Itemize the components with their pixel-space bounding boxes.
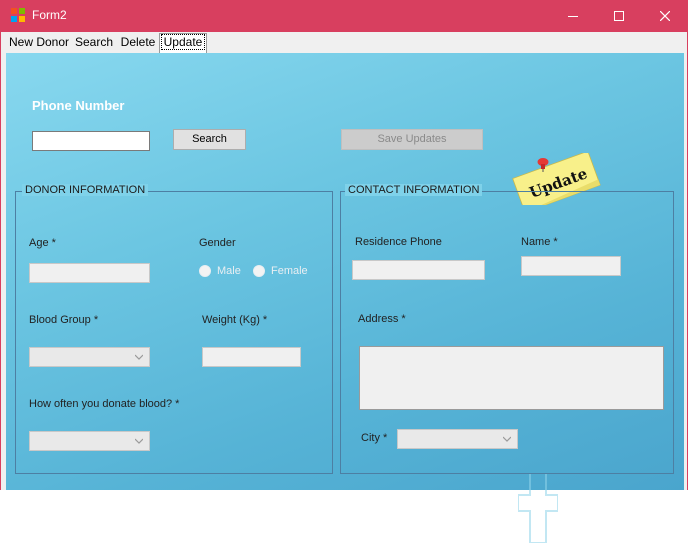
tab-new-donor[interactable]: New Donor (7, 34, 71, 52)
maximize-icon (614, 11, 624, 21)
minimize-button[interactable] (550, 0, 596, 32)
residence-phone-label: Residence Phone (355, 236, 442, 248)
donor-information-group: DONOR INFORMATION Age * Gender Male Fema… (15, 184, 333, 474)
city-label: City * (361, 432, 388, 444)
address-label: Address * (358, 313, 406, 325)
gender-label: Gender (199, 237, 236, 249)
chevron-down-icon (135, 438, 143, 444)
contact-information-title: CONTACT INFORMATION (345, 184, 483, 196)
blood-group-label: Blood Group * (29, 314, 99, 326)
tab-delete[interactable]: Delete (118, 34, 158, 52)
close-icon (660, 11, 670, 21)
name-label: Name * (521, 236, 558, 248)
tab-update[interactable]: Update (159, 33, 207, 53)
tab-label: Delete (120, 35, 156, 49)
minimize-icon (568, 16, 578, 17)
address-textarea[interactable] (359, 346, 664, 410)
tab-label: Search (74, 35, 114, 49)
title-bar: Form2 (0, 0, 688, 32)
blood-group-select[interactable] (29, 347, 150, 367)
age-input[interactable] (29, 263, 150, 283)
chevron-down-icon (503, 436, 511, 442)
name-input[interactable] (521, 256, 621, 276)
female-radio-label: Female (271, 265, 308, 277)
phone-number-label: Phone Number (32, 98, 125, 113)
update-panel: Phone Number Search Save Updates Update … (6, 53, 684, 543)
medical-cross-watermark (518, 473, 558, 543)
app-icon (11, 8, 25, 22)
donor-information-title: DONOR INFORMATION (22, 184, 149, 196)
residence-phone-input[interactable] (352, 260, 485, 280)
male-radio[interactable] (199, 265, 211, 277)
contact-information-group: CONTACT INFORMATION Residence Phone Name… (340, 184, 674, 474)
weight-input[interactable] (202, 347, 301, 367)
donation-frequency-label: How often you donate blood? * (29, 398, 180, 410)
search-button[interactable]: Search (173, 129, 246, 150)
age-label: Age * (29, 237, 56, 249)
close-button[interactable] (642, 0, 688, 32)
save-updates-button[interactable]: Save Updates (341, 129, 483, 150)
male-radio-label: Male (217, 265, 241, 277)
weight-label: Weight (Kg) * (202, 314, 268, 326)
phone-number-input[interactable] (32, 131, 150, 151)
female-radio[interactable] (253, 265, 265, 277)
tab-label: New Donor (8, 35, 70, 49)
chevron-down-icon (135, 354, 143, 360)
tab-search[interactable]: Search (73, 34, 115, 52)
donation-frequency-select[interactable] (29, 431, 150, 451)
city-select[interactable] (397, 429, 518, 449)
tab-label: Update (160, 34, 206, 50)
window-title: Form2 (32, 8, 67, 22)
maximize-button[interactable] (596, 0, 642, 32)
